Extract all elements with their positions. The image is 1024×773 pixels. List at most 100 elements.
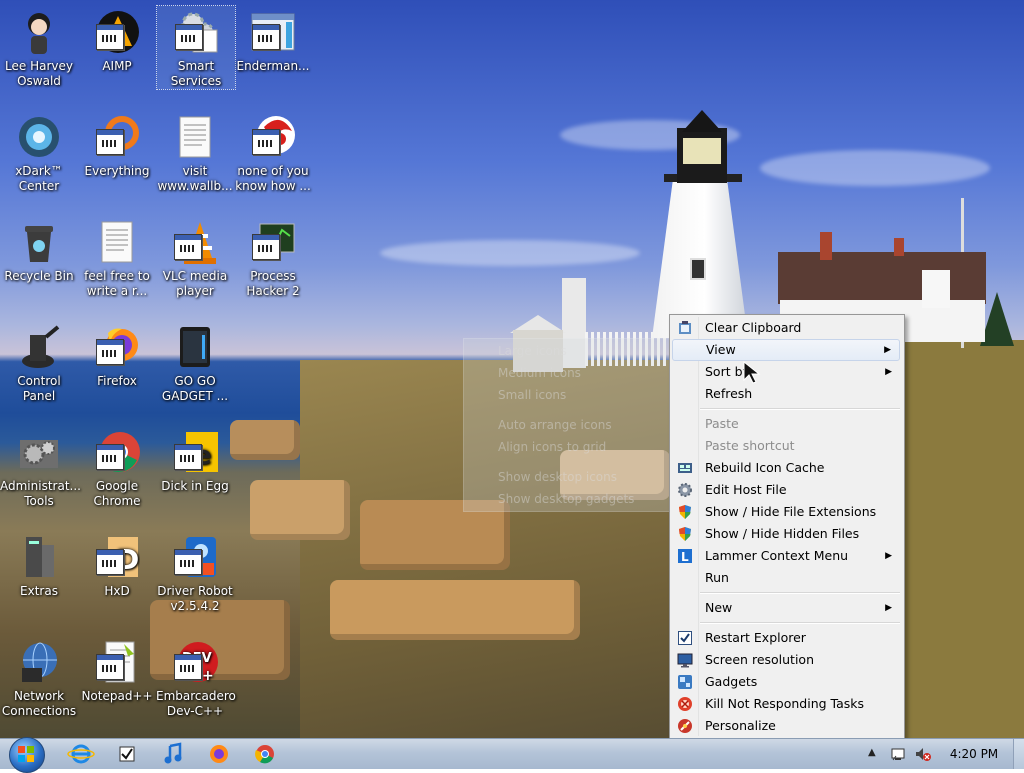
desktop-icon-go-go-gadget[interactable]: GO GO GADGET ... xyxy=(156,321,234,404)
window-app-icon xyxy=(96,24,124,50)
desktop-icon-label: Control Panel xyxy=(17,374,61,403)
desktop-icon-recycle-bin[interactable]: Recycle Bin xyxy=(0,216,78,284)
menu-item-label: Run xyxy=(705,570,729,585)
menu-item-label: Refresh xyxy=(705,386,753,401)
menu-item-screen-resolution[interactable]: Screen resolution xyxy=(672,649,900,671)
taskbar-music[interactable] xyxy=(159,742,187,766)
menu-item-label: Show / Hide Hidden Files xyxy=(705,526,860,541)
desktop-icon-administrative-tools[interactable]: Administrat... Tools xyxy=(0,426,81,509)
taskbar-chrome[interactable] xyxy=(251,742,279,766)
desktop-icon-enderman[interactable]: Enderman... xyxy=(234,6,312,74)
desktop-icon-driver-robot[interactable]: Driver Robot v2.5.4.2 xyxy=(156,531,234,614)
window-app-icon xyxy=(96,654,124,680)
tray-expand-icon[interactable]: ▲ xyxy=(868,747,876,758)
svg-text:L: L xyxy=(681,550,689,564)
desktop-icon-extras[interactable]: Extras xyxy=(0,531,78,599)
gadgets-icon xyxy=(677,674,693,690)
menu-item-restart-explorer[interactable]: Restart Explorer xyxy=(672,627,900,649)
taskbar-firefox[interactable] xyxy=(205,742,233,766)
menu-item-label: View xyxy=(706,342,736,357)
desktop-icon-everything[interactable]: Everything xyxy=(78,111,156,179)
menu-item-label: Rebuild Icon Cache xyxy=(705,460,825,475)
action-center-icon[interactable] xyxy=(890,746,906,762)
gears-icon xyxy=(173,10,219,56)
menu-item-paste-shortcut[interactable]: Paste shortcut xyxy=(672,435,900,457)
menu-item-lammer-context-menu[interactable]: L Lammer Context Menu ▶ xyxy=(672,545,900,567)
shield-icon xyxy=(677,504,693,520)
clock[interactable]: 4:20 PM xyxy=(946,739,1002,769)
menu-item-label: Lammer Context Menu xyxy=(705,548,849,563)
firefox-icon xyxy=(94,325,140,371)
menu-item-personalize[interactable]: Personalize xyxy=(672,715,900,737)
start-button[interactable] xyxy=(6,737,48,773)
cloud xyxy=(760,150,990,186)
menu-item-kill-not-responding-tasks[interactable]: Kill Not Responding Tasks xyxy=(672,693,900,715)
show-desktop-button[interactable] xyxy=(1013,739,1024,769)
svg-text:+: + xyxy=(202,668,214,684)
firefox-icon xyxy=(210,745,228,763)
lighthouse-window xyxy=(690,258,706,280)
menu-item-label: Paste shortcut xyxy=(705,438,795,453)
submenu-arrow-icon: ▶ xyxy=(885,551,892,561)
desktop-icon-label: Recycle Bin xyxy=(4,269,74,283)
desktop-icon-process-hacker[interactable]: Process Hacker 2 xyxy=(234,216,312,299)
menu-item-gadgets[interactable]: Gadgets xyxy=(672,671,900,693)
taskbar-tasks[interactable] xyxy=(113,742,141,766)
menu-item-show-hide-file-extensions[interactable]: Show / Hide File Extensions xyxy=(672,501,900,523)
desktop-wallpaper[interactable]: Large icons Medium icons Small icons Aut… xyxy=(0,0,1024,738)
desktop-icon-label: feel free to write a r... xyxy=(84,269,150,298)
menu-item-paste[interactable]: Paste xyxy=(672,413,900,435)
clipboard-icon xyxy=(677,320,693,336)
desktop-icon-network-connections[interactable]: Network Connections xyxy=(0,636,78,719)
menu-item-label: Kill Not Responding Tasks xyxy=(705,696,865,711)
taskbar-internet-explorer[interactable] xyxy=(67,742,95,766)
desktop-icon-firefox[interactable]: Firefox xyxy=(78,321,156,389)
menu-item-label: Restart Explorer xyxy=(705,630,806,645)
menu-item-edit-host-file[interactable]: Edit Host File xyxy=(672,479,900,501)
desktop-icon-control-panel[interactable]: Control Panel xyxy=(0,321,78,404)
desktop-icon-google-chrome[interactable]: Google Chrome xyxy=(78,426,156,509)
menu-item-rebuild-icon-cache[interactable]: Rebuild Icon Cache xyxy=(672,457,900,479)
menu-item-show-hide-hidden-files[interactable]: Show / Hide Hidden Files xyxy=(672,523,900,545)
desktop-icon-hxd[interactable]: D HxD xyxy=(78,531,156,599)
gadget-device-icon xyxy=(172,325,218,371)
menu-item-refresh[interactable]: Refresh xyxy=(672,383,900,405)
mouse-cursor-icon xyxy=(743,360,761,384)
desktop-icon-none-of-you[interactable]: none of you know how ... xyxy=(234,111,312,194)
desktop-icon-lee-harvey-oswald[interactable]: Lee Harvey Oswald xyxy=(0,6,78,89)
submenu-arrow-icon: ▶ xyxy=(885,603,892,613)
text-document-icon xyxy=(94,220,140,266)
desktop-icon-feel-free[interactable]: feel free to write a r... xyxy=(78,216,156,299)
rock xyxy=(330,580,580,640)
submenu-arrow-icon: ▶ xyxy=(885,367,892,377)
window-app-icon xyxy=(96,129,124,155)
menu-item-new[interactable]: New ▶ xyxy=(672,597,900,619)
desktop-icon-label: Everything xyxy=(84,164,150,178)
chrome-icon xyxy=(94,430,140,476)
volume-muted-icon[interactable] xyxy=(914,746,932,762)
desktop-icon-label: Smart Services xyxy=(170,59,222,88)
desktop-icon-dick-in-egg[interactable]: e Dick in Egg xyxy=(156,426,234,494)
ghost-item: Large icons xyxy=(498,344,567,358)
desktop-icon-label: Process Hacker 2 xyxy=(246,269,300,298)
menu-item-sort-by[interactable]: Sort by ▶ xyxy=(672,361,900,383)
tasks-icon xyxy=(119,746,135,762)
desktop-icon-label: GO GO GADGET ... xyxy=(161,374,229,403)
ghost-item: Small icons xyxy=(498,388,567,402)
menu-item-view[interactable]: View ▶ xyxy=(672,339,900,361)
driver-robot-icon xyxy=(172,535,218,581)
desktop-icon-label: Administrat... Tools xyxy=(0,479,81,508)
desktop-icon-xdark-center[interactable]: xDark™ Center xyxy=(0,111,78,194)
windows-logo-icon xyxy=(18,746,34,762)
menu-item-clear-clipboard[interactable]: Clear Clipboard xyxy=(672,317,900,339)
desktop-icon-dev-cpp[interactable]: DEV+ Embarcadero Dev-C++ xyxy=(156,636,236,719)
menu-separator xyxy=(700,622,900,624)
menu-item-run[interactable]: Run xyxy=(672,567,900,589)
desktop-icon-vlc[interactable]: VLC media player xyxy=(156,216,234,299)
desktop-icon-smart-services[interactable]: Smart Services xyxy=(156,5,236,90)
desktop-icon-notepad-plus-plus[interactable]: Notepad++ xyxy=(78,636,156,704)
desktop-icon-aimp[interactable]: AIMP xyxy=(78,6,156,74)
lammer-l-icon: L xyxy=(677,548,693,564)
desktop-icon-visit-wallb[interactable]: visit www.wallb... xyxy=(156,111,234,194)
window-app-icon xyxy=(175,24,203,50)
